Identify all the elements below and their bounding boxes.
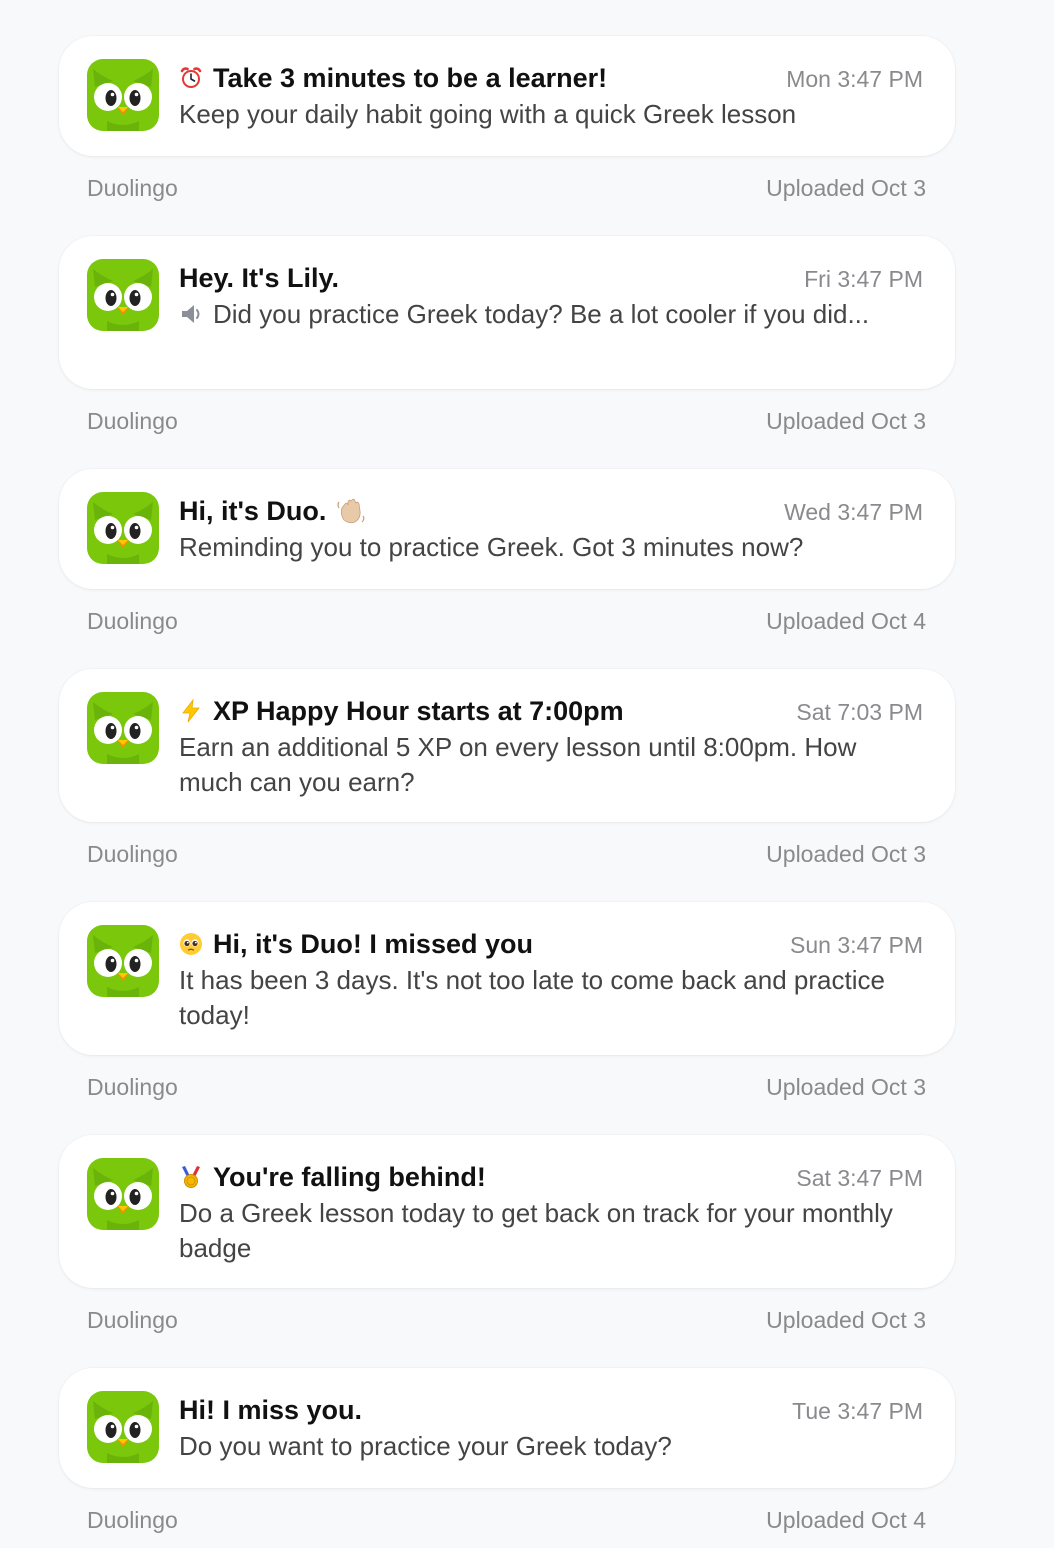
notification-body: Keep your daily habit going with a quick… (179, 99, 797, 129)
notification-body: Reminding you to practice Greek. Got 3 m… (179, 532, 804, 562)
duolingo-owl-icon (87, 692, 159, 764)
notification-time: Mon 3:47 PM (786, 66, 923, 92)
duolingo-owl-icon (87, 259, 159, 331)
notification-card[interactable]: Hi, it's Duo! I missed you Sun 3:47 PM I… (59, 902, 955, 1055)
notification-title: You're falling behind! (179, 1161, 486, 1193)
lightning-icon (179, 699, 203, 723)
duolingo-owl-icon (87, 492, 159, 564)
notification-source: Duolingo (87, 175, 178, 201)
duolingo-owl-icon (87, 925, 159, 997)
notification-uploaded-date: Uploaded Oct 4 (766, 608, 926, 634)
notification-feed: Take 3 minutes to be a learner! Mon 3:47… (0, 0, 1054, 1548)
duolingo-owl-icon (87, 1158, 159, 1230)
notification-time: Wed 3:47 PM (784, 499, 923, 525)
medal-icon (179, 1165, 203, 1189)
notification-body: Do a Greek lesson today to get back on t… (179, 1198, 893, 1263)
notification-title: Hi, it's Duo. (179, 495, 366, 527)
notification-source: Duolingo (87, 1074, 178, 1100)
notification-card[interactable]: Hey. It's Lily. Fri 3:47 PM Did you prac… (59, 236, 955, 389)
notification-card[interactable]: XP Happy Hour starts at 7:00pm Sat 7:03 … (59, 669, 955, 822)
notification-title: Hey. It's Lily. (179, 263, 339, 293)
notification-source: Duolingo (87, 841, 178, 867)
notification-source: Duolingo (87, 1507, 178, 1533)
notification-body: It has been 3 days. It's not too late to… (179, 965, 885, 1030)
notification-time: Sat 7:03 PM (796, 699, 923, 725)
notification-uploaded-date: Uploaded Oct 3 (766, 1307, 926, 1333)
pleading-face-icon (179, 932, 203, 956)
notification-body: Earn an additional 5 XP on every lesson … (179, 732, 857, 797)
notification-title: Hi, it's Duo! I missed you (179, 928, 533, 960)
notification-card[interactable]: Take 3 minutes to be a learner! Mon 3:47… (59, 36, 955, 156)
notification-uploaded-date: Uploaded Oct 3 (766, 1074, 926, 1100)
notification-time: Sun 3:47 PM (790, 932, 923, 958)
duolingo-owl-icon (87, 1391, 159, 1463)
notification-uploaded-date: Uploaded Oct 4 (766, 1507, 926, 1533)
duolingo-owl-icon (87, 59, 159, 131)
notification-uploaded-date: Uploaded Oct 3 (766, 841, 926, 867)
notification-title: XP Happy Hour starts at 7:00pm (179, 695, 624, 727)
notification-time: Tue 3:47 PM (792, 1398, 923, 1424)
waving-hand-icon (336, 496, 366, 526)
speaker-icon (179, 301, 205, 327)
notification-source: Duolingo (87, 408, 178, 434)
notification-uploaded-date: Uploaded Oct 3 (766, 175, 926, 201)
notification-source: Duolingo (87, 608, 178, 634)
notification-card[interactable]: Hi! I miss you. Tue 3:47 PM Do you want … (59, 1368, 955, 1488)
notification-card[interactable]: You're falling behind! Sat 3:47 PM Do a … (59, 1135, 955, 1288)
notification-source: Duolingo (87, 1307, 178, 1333)
alarm-clock-icon (179, 66, 203, 90)
notification-card[interactable]: Hi, it's Duo. Wed 3:47 PM Reminding you … (59, 469, 955, 589)
notification-uploaded-date: Uploaded Oct 3 (766, 408, 926, 434)
notification-title: Hi! I miss you. (179, 1395, 363, 1425)
notification-body: Did you practice Greek today? Be a lot c… (179, 297, 899, 332)
notification-time: Sat 3:47 PM (796, 1165, 923, 1191)
notification-time: Fri 3:47 PM (804, 266, 923, 292)
notification-body: Do you want to practice your Greek today… (179, 1431, 672, 1461)
notification-title: Take 3 minutes to be a learner! (179, 62, 607, 94)
